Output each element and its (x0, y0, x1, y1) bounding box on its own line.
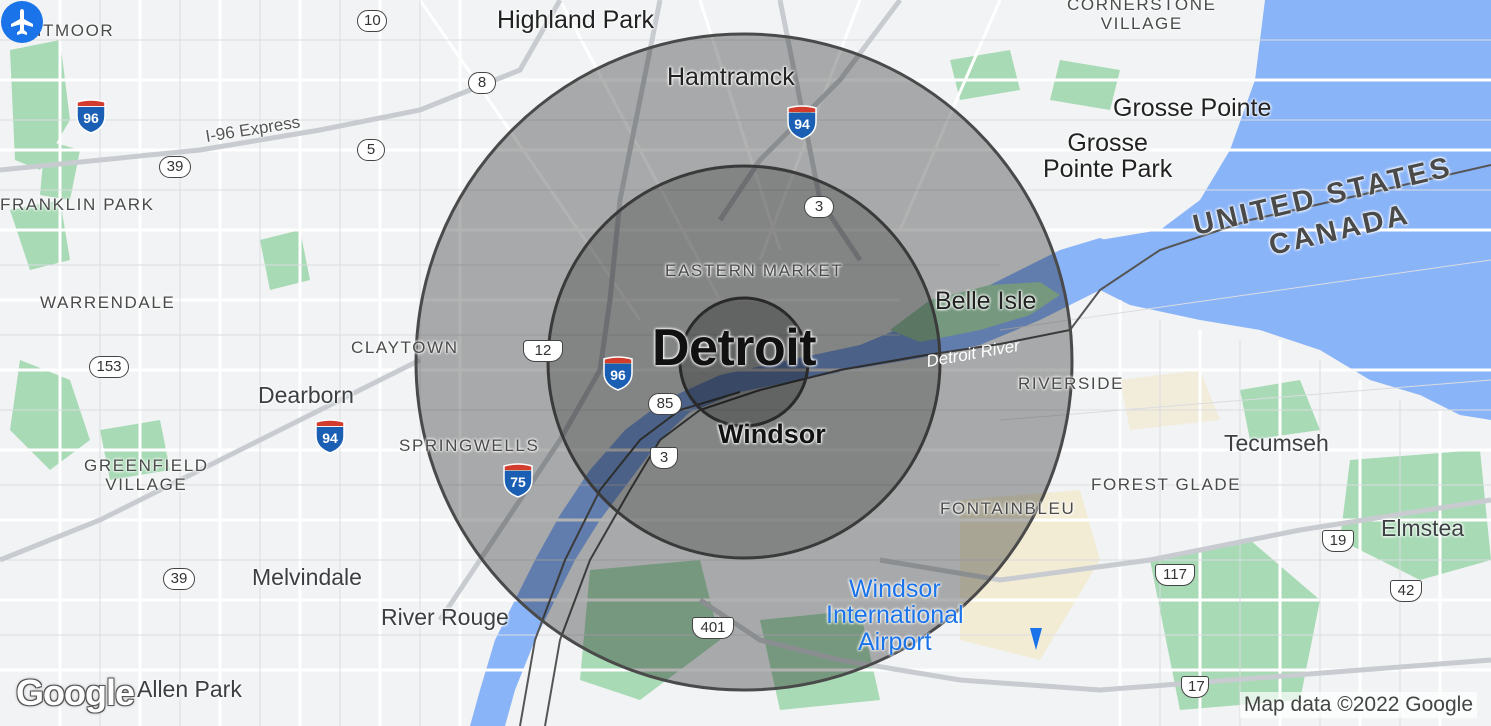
label-cornerstone-village: CORNERSTONE VILLAGE (1067, 0, 1217, 33)
route-marker-3-north: 3 (804, 196, 834, 218)
label-forest-glade: FOREST GLADE (1091, 475, 1242, 494)
label-riverside: RIVERSIDE (1018, 374, 1125, 393)
interstate-shield-94-west: 94 (314, 418, 346, 454)
interstate-shield-75: 75 (502, 462, 534, 498)
label-elmstead: Elmstea (1381, 515, 1465, 541)
label-belle-isle: Belle Isle (935, 287, 1037, 315)
route-marker-10: 10 (357, 10, 387, 32)
label-franklin-park: FRANKLIN PARK (0, 195, 155, 214)
label-grosse-pointe-park: Grosse Pointe Park (1043, 129, 1173, 184)
label-eastern-market: EASTERN MARKET (665, 261, 844, 280)
route-marker-42: 42 (1390, 580, 1422, 602)
label-melvindale: Melvindale (252, 564, 362, 590)
route-marker-39-south: 39 (163, 568, 195, 590)
label-hamtramck: Hamtramck (667, 63, 795, 91)
interstate-shield-96-west: 96 (75, 98, 107, 134)
route-marker-5: 5 (357, 139, 385, 161)
route-marker-401: 401 (692, 617, 734, 639)
label-grosse-pointe: Grosse Pointe (1113, 94, 1272, 122)
route-marker-17: 17 (1181, 676, 1209, 698)
label-allen-park: Allen Park (137, 676, 242, 702)
route-marker-39-north: 39 (159, 156, 191, 178)
label-greenfield-village: GREENFIELD VILLAGE (84, 456, 209, 494)
label-highland-park: Highland Park (497, 6, 655, 34)
label-warrendale: WARRENDALE (40, 293, 176, 312)
map-canvas[interactable]: Detroit Windsor Highland Park Hamtramck … (0, 0, 1491, 726)
interstate-number: 94 (794, 116, 810, 132)
label-dearborn: Dearborn (258, 382, 354, 408)
route-marker-153: 153 (89, 356, 129, 378)
route-marker-19: 19 (1322, 530, 1354, 552)
route-marker-85: 85 (648, 393, 682, 415)
route-marker-8: 8 (468, 72, 496, 94)
interstate-shield-94-north: 94 (786, 104, 818, 140)
airport-icon (1, 1, 43, 43)
label-springwells: SPRINGWELLS (399, 436, 540, 455)
interstate-number: 94 (322, 430, 338, 446)
interstate-number: 96 (83, 110, 99, 126)
interstate-shield-96-east: 96 (602, 355, 634, 391)
label-river-rouge: River Rouge (381, 604, 509, 630)
label-windsor-airport: Windsor International Airport (826, 575, 964, 656)
label-tecumseh: Tecumseh (1224, 430, 1329, 456)
label-claytown: CLAYTOWN (351, 338, 459, 357)
label-detroit: Detroit (652, 319, 817, 377)
map-attribution[interactable]: Map data ©2022 Google (1239, 692, 1477, 718)
interstate-number: 96 (610, 367, 626, 383)
interstate-number: 75 (510, 474, 526, 490)
label-windsor: Windsor (718, 419, 826, 449)
airport-pin-tail (1030, 628, 1042, 650)
google-logo[interactable]: Google (16, 672, 135, 714)
route-marker-3-south: 3 (650, 447, 678, 469)
label-fontainbleu: FONTAINBLEU (940, 499, 1076, 518)
route-marker-us12: 12 (523, 340, 563, 362)
route-marker-117: 117 (1155, 564, 1195, 586)
